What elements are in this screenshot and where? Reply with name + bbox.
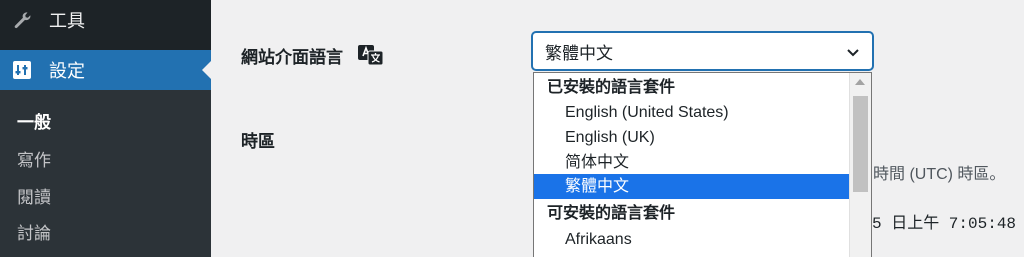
submenu-item-discussion[interactable]: 討論 — [17, 219, 51, 244]
local-time-text: 5 日上午 7:05:48 — [872, 215, 1017, 233]
wrench-icon — [12, 10, 32, 30]
settings-sliders-icon — [12, 60, 32, 80]
sidebar-item-settings[interactable]: 設定 — [0, 50, 211, 90]
dropdown-scrollbar[interactable] — [849, 73, 871, 257]
option-english-us[interactable]: English (United States) — [534, 100, 850, 125]
submenu-item-general[interactable]: 一般 — [17, 108, 51, 133]
admin-sidebar: 工具 設定 一般 寫作 閱讀 討論 — [0, 0, 211, 257]
option-simplified-chinese[interactable]: 简体中文 — [534, 150, 850, 175]
utc-note-text: 時間 (UTC) 時區。 — [873, 166, 1006, 183]
site-language-label: 網站介面語言 — [241, 48, 343, 67]
sidebar-item-label: 設定 — [49, 61, 85, 81]
sidebar-item-label: 工具 — [49, 11, 85, 31]
sidebar-item-tools[interactable]: 工具 — [0, 0, 211, 40]
select-value: 繁體中文 — [545, 43, 613, 63]
translation-icon — [357, 43, 385, 67]
optgroup-available: 可安裝的語言套件 — [547, 205, 676, 222]
scroll-up-arrow-icon[interactable] — [855, 79, 865, 85]
timezone-label: 時區 — [241, 132, 275, 151]
site-language-select[interactable]: 繁體中文 — [532, 32, 873, 70]
submenu-item-reading[interactable]: 閱讀 — [17, 183, 51, 208]
option-traditional-chinese[interactable]: 繁體中文 — [534, 174, 850, 199]
optgroup-installed: 已安裝的語言套件 — [547, 79, 676, 96]
option-afrikaans[interactable]: Afrikaans — [534, 227, 850, 252]
scroll-thumb[interactable] — [853, 96, 868, 192]
chevron-down-icon — [844, 43, 862, 61]
submenu-item-writing[interactable]: 寫作 — [17, 146, 51, 171]
option-english-uk[interactable]: English (UK) — [534, 125, 850, 150]
language-dropdown-list[interactable]: 已安裝的語言套件 English (United States) English… — [533, 72, 872, 257]
settings-submenu: 一般 寫作 閱讀 討論 — [0, 90, 211, 257]
